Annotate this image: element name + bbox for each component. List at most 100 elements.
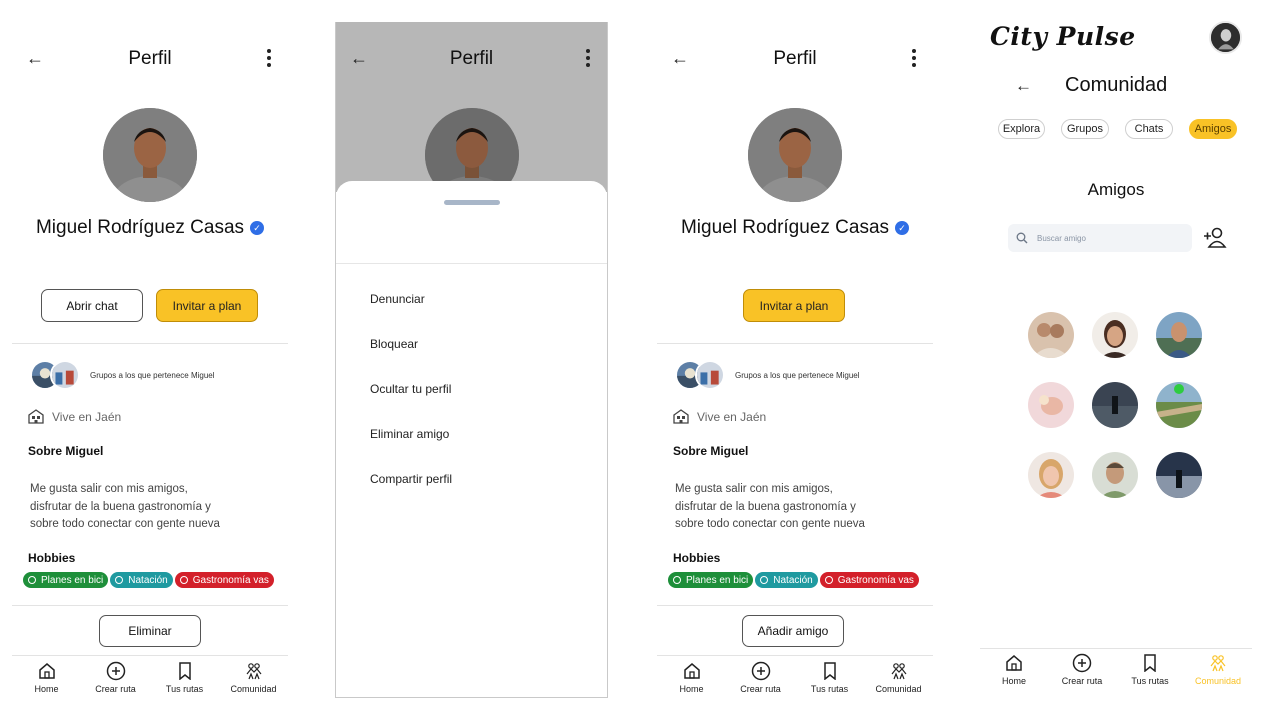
- bottom-nav: Home Crear ruta Tus rutas Comunidad: [980, 652, 1252, 696]
- add-friend-button[interactable]: Añadir amigo: [742, 615, 844, 647]
- nav-community[interactable]: Comunidad: [869, 660, 929, 698]
- hobbies-list: Planes en bici Natación Gastronomía vas: [668, 572, 921, 588]
- more-vertical-icon[interactable]: [264, 46, 274, 70]
- nav-create-route[interactable]: Crear ruta: [1052, 652, 1112, 696]
- hobby-chip[interactable]: Natación: [755, 572, 818, 588]
- location-row: Vive en Jaén: [28, 409, 121, 424]
- about-heading: Sobre Miguel: [673, 444, 749, 458]
- groups-label: Grupos a los que pertenece Miguel: [735, 370, 860, 380]
- people-icon: [1210, 655, 1226, 672]
- hobby-chip[interactable]: Natación: [110, 572, 173, 588]
- verified-badge-icon: ✓: [250, 221, 265, 235]
- tab-chats[interactable]: Chats: [1125, 119, 1173, 139]
- home-icon: [683, 663, 700, 679]
- location-row: Vive en Jaén: [673, 409, 766, 424]
- friend-avatar[interactable]: [1092, 452, 1138, 498]
- hobby-chip[interactable]: Gastronomía vas: [819, 572, 919, 588]
- hobby-chip[interactable]: Gastronomía vas: [174, 572, 274, 588]
- nav-my-routes[interactable]: Tus rutas: [155, 660, 215, 698]
- sheet-handle[interactable]: [443, 200, 500, 205]
- add-friend-icon[interactable]: [1202, 225, 1228, 251]
- section-title: Amigos: [1087, 180, 1145, 199]
- menu-item-hide-profile[interactable]: Ocultar tu perfil: [370, 382, 451, 396]
- nav-home[interactable]: Home: [984, 652, 1044, 696]
- divider: [336, 263, 607, 264]
- groups-row[interactable]: Grupos a los que pertenece Miguel: [675, 358, 860, 392]
- plus-circle-icon: [1072, 653, 1092, 673]
- invite-plan-button[interactable]: Invitar a plan: [156, 289, 258, 322]
- nav-my-routes[interactable]: Tus rutas: [800, 660, 860, 698]
- profile-screen-chat: ← Perfil Miguel Rodríguez Casas ✓ Abrir c…: [12, 22, 288, 698]
- divider: [657, 605, 933, 606]
- page-title: Perfil: [128, 48, 172, 69]
- search-input[interactable]: Buscar amigo: [1008, 224, 1192, 252]
- tab-amigos[interactable]: Amigos: [1189, 119, 1237, 139]
- page-title: Comunidad: [1065, 74, 1168, 96]
- menu-item-remove-friend[interactable]: Eliminar amigo: [370, 427, 449, 441]
- divider: [12, 655, 288, 656]
- community-tabs: Explora Grupos Chats Amigos: [998, 119, 1237, 139]
- divider: [657, 655, 933, 656]
- bottom-nav: Home Crear ruta Tus rutas Comunidad: [12, 660, 288, 698]
- profile-screen-add: ← Perfil Miguel Rodríguez Casas ✓ Invitar…: [657, 22, 933, 698]
- friend-avatar[interactable]: [1156, 382, 1202, 428]
- home-icon: [1006, 655, 1022, 671]
- friend-avatar[interactable]: [1156, 312, 1202, 358]
- menu-item-share-profile[interactable]: Compartir perfil: [370, 472, 452, 486]
- friend-avatar[interactable]: [1028, 452, 1074, 498]
- friends-grid: [1028, 312, 1204, 498]
- user-avatar[interactable]: [1209, 21, 1242, 54]
- hobby-chip[interactable]: Planes en bici: [668, 572, 754, 588]
- invite-plan-button[interactable]: Invitar a plan: [743, 289, 845, 322]
- plus-circle-icon: [106, 661, 125, 681]
- groups-row[interactable]: Grupos a los que pertenece Miguel: [30, 358, 215, 392]
- nav-my-routes[interactable]: Tus rutas: [1120, 652, 1180, 696]
- location-label: Vive en Jaén: [697, 409, 767, 424]
- profile-options-screen: ← Perfil Denunciar Bloquear Ocultar tu p…: [335, 22, 608, 698]
- page-title: Perfil: [449, 48, 494, 69]
- groups-label: Grupos a los que pertenece Miguel: [90, 370, 215, 380]
- header: ← Perfil: [12, 44, 288, 78]
- friend-avatar[interactable]: [1028, 312, 1074, 358]
- bookmark-icon: [823, 662, 836, 680]
- people-icon: [246, 663, 261, 680]
- header: ← Perfil: [336, 44, 607, 78]
- more-vertical-icon[interactable]: [909, 46, 919, 70]
- people-icon: [891, 663, 906, 680]
- friend-avatar[interactable]: [1028, 382, 1074, 428]
- more-vertical-icon[interactable]: [583, 46, 593, 70]
- nav-create-route[interactable]: Crear ruta: [86, 660, 146, 698]
- avatar: [103, 108, 197, 202]
- nav-community[interactable]: Comunidad: [224, 660, 284, 698]
- friend-avatar[interactable]: [1156, 452, 1202, 498]
- nav-home[interactable]: Home: [17, 660, 77, 698]
- remove-friend-button[interactable]: Eliminar: [99, 615, 201, 647]
- nav-community[interactable]: Comunidad: [1188, 652, 1248, 696]
- home-icon: [38, 663, 55, 679]
- tab-explora[interactable]: Explora: [998, 119, 1045, 139]
- nav-home[interactable]: Home: [662, 660, 722, 698]
- search-icon: [1016, 232, 1028, 244]
- bookmark-icon: [1144, 654, 1156, 672]
- hobbies-heading: Hobbies: [673, 551, 721, 565]
- building-icon: [28, 409, 44, 424]
- menu-item-report[interactable]: Denunciar: [370, 292, 425, 306]
- header: ← Perfil: [657, 44, 933, 78]
- hobby-chip[interactable]: Planes en bici: [23, 572, 109, 588]
- nav-create-route[interactable]: Crear ruta: [731, 660, 791, 698]
- community-friends-screen: City Pulse ← Comunidad Explora Grupos Ch…: [980, 14, 1252, 704]
- profile-name: Miguel Rodríguez Casas ✓: [12, 217, 288, 239]
- verified-badge-icon: ✓: [895, 221, 910, 235]
- bottom-nav: Home Crear ruta Tus rutas Comunidad: [657, 660, 933, 698]
- back-arrow-icon[interactable]: ←: [1015, 76, 1032, 96]
- friend-avatar[interactable]: [1092, 382, 1138, 428]
- tab-grupos[interactable]: Grupos: [1061, 119, 1109, 139]
- divider: [12, 343, 288, 344]
- building-icon: [673, 409, 689, 424]
- menu-item-block[interactable]: Bloquear: [370, 337, 418, 351]
- open-chat-button[interactable]: Abrir chat: [41, 289, 143, 322]
- divider: [657, 343, 933, 344]
- hobbies-heading: Hobbies: [28, 551, 76, 565]
- friend-avatar[interactable]: [1092, 312, 1138, 358]
- about-heading: Sobre Miguel: [28, 444, 104, 458]
